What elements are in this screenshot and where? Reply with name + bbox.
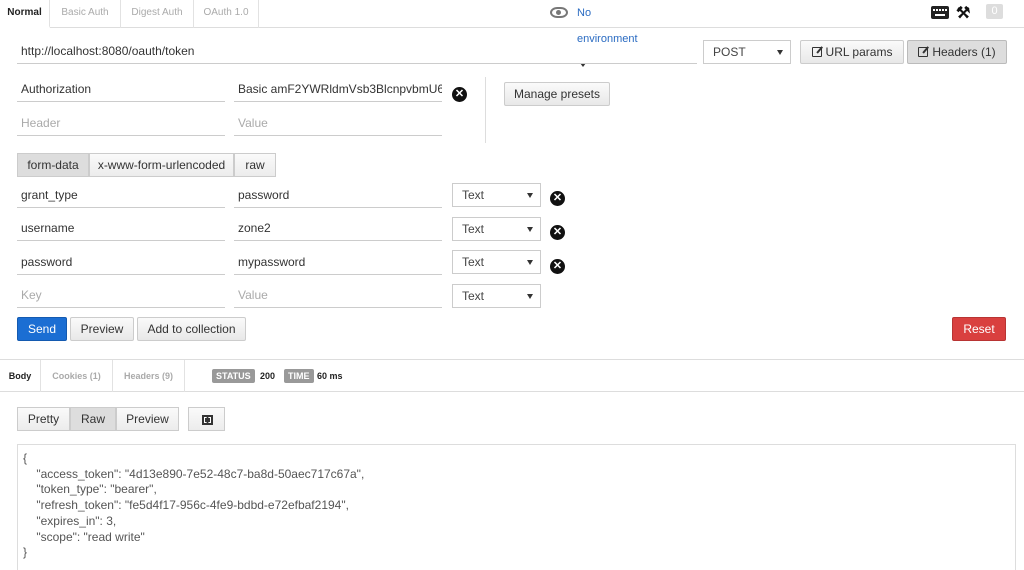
- tab-response-headers[interactable]: Headers (9): [113, 360, 185, 392]
- tab-pretty[interactable]: Pretty: [17, 407, 70, 431]
- tab-preview-view[interactable]: Preview: [116, 407, 179, 431]
- form-type-select[interactable]: Text: [452, 284, 541, 308]
- form-type-select[interactable]: Text: [452, 183, 541, 207]
- status-value: 200: [260, 371, 276, 381]
- form-key-field[interactable]: username: [17, 215, 225, 241]
- manage-presets-button[interactable]: Manage presets: [504, 82, 610, 106]
- form-value-field[interactable]: mypassword: [234, 249, 442, 275]
- time-badge: TIME: [284, 369, 314, 383]
- select-arrow-icon: [527, 260, 533, 265]
- form-key-field[interactable]: grant_type: [17, 182, 225, 208]
- form-value-field[interactable]: password: [234, 182, 442, 208]
- url-input[interactable]: [17, 38, 697, 64]
- code-line: }: [23, 545, 28, 560]
- tab-urlencoded[interactable]: x-www-form-urlencoded: [89, 153, 234, 177]
- auth-tab-bar: Normal Basic Auth Digest Auth OAuth 1.0 …: [0, 0, 1024, 68]
- eye-icon: [550, 7, 568, 18]
- tab-cookies[interactable]: Cookies (1): [41, 360, 113, 392]
- remove-row-icon[interactable]: ✕: [550, 259, 565, 274]
- tab-raw-view[interactable]: Raw: [70, 407, 116, 431]
- headers-button[interactable]: Headers (1): [907, 40, 1007, 64]
- new-header-value-field[interactable]: Value: [234, 110, 442, 136]
- form-type-select[interactable]: Text: [452, 217, 541, 241]
- send-button[interactable]: Send: [17, 317, 67, 341]
- fullscreen-icon[interactable]: [188, 407, 225, 431]
- code-line: "refresh_token": "fe5d4f17-956c-4fe9-bdb…: [23, 498, 349, 513]
- time-value: 60 ms: [317, 371, 343, 381]
- tab-normal[interactable]: Normal: [0, 0, 50, 28]
- add-to-collection-button[interactable]: Add to collection: [137, 317, 246, 341]
- new-form-value-field[interactable]: Value: [234, 282, 442, 308]
- tab-digest-auth[interactable]: Digest Auth: [121, 0, 194, 28]
- form-key-field[interactable]: password: [17, 249, 225, 275]
- method-select[interactable]: POST: [703, 40, 791, 64]
- code-line: "access_token": "4d13e890-7e52-48c7-ba8d…: [23, 466, 365, 481]
- form-type-select[interactable]: Text: [452, 250, 541, 274]
- preview-button[interactable]: Preview: [70, 317, 134, 341]
- url-params-button[interactable]: URL params: [800, 40, 904, 64]
- new-header-key-field[interactable]: Header: [17, 110, 225, 136]
- remove-header-icon[interactable]: ✕: [452, 87, 467, 102]
- history-count-badge[interactable]: 0: [986, 4, 1003, 19]
- tab-oauth-1[interactable]: OAuth 1.0: [194, 0, 259, 28]
- response-body[interactable]: { "access_token": "4d13e890-7e52-48c7-ba…: [17, 444, 1016, 570]
- new-form-key-field[interactable]: Key: [17, 282, 225, 308]
- select-arrow-icon: [527, 227, 533, 232]
- remove-row-icon[interactable]: ✕: [550, 191, 565, 206]
- method-value: POST: [713, 45, 746, 59]
- code-line: "scope": "read write": [23, 529, 145, 544]
- remove-row-icon[interactable]: ✕: [550, 225, 565, 240]
- keyboard-icon[interactable]: [931, 6, 949, 19]
- select-arrow-icon: [777, 50, 783, 55]
- select-arrow-icon: [527, 193, 533, 198]
- response-tab-bar: Body Cookies (1) Headers (9) STATUS 200 …: [0, 359, 1024, 392]
- code-line: "token_type": "bearer",: [23, 482, 157, 497]
- tab-basic-auth[interactable]: Basic Auth: [50, 0, 121, 28]
- tab-body[interactable]: Body: [0, 360, 41, 392]
- status-badge: STATUS: [212, 369, 255, 383]
- header-key-field[interactable]: Authorization: [17, 76, 225, 102]
- wrench-icon[interactable]: ⚒: [956, 3, 970, 23]
- code-line: "expires_in": 3,: [23, 513, 117, 528]
- tab-raw[interactable]: raw: [234, 153, 276, 177]
- header-value-field[interactable]: Basic amF2YWRldmVsb3BlcnpvbmU6: [234, 76, 442, 102]
- code-line: {: [23, 451, 28, 465]
- reset-button[interactable]: Reset: [952, 317, 1006, 341]
- form-value-field[interactable]: zone2: [234, 215, 442, 241]
- edit-icon: [918, 47, 929, 57]
- select-arrow-icon: [527, 294, 533, 299]
- edit-icon: [811, 47, 822, 57]
- tab-form-data[interactable]: form-data: [17, 153, 89, 177]
- divider: [485, 77, 486, 143]
